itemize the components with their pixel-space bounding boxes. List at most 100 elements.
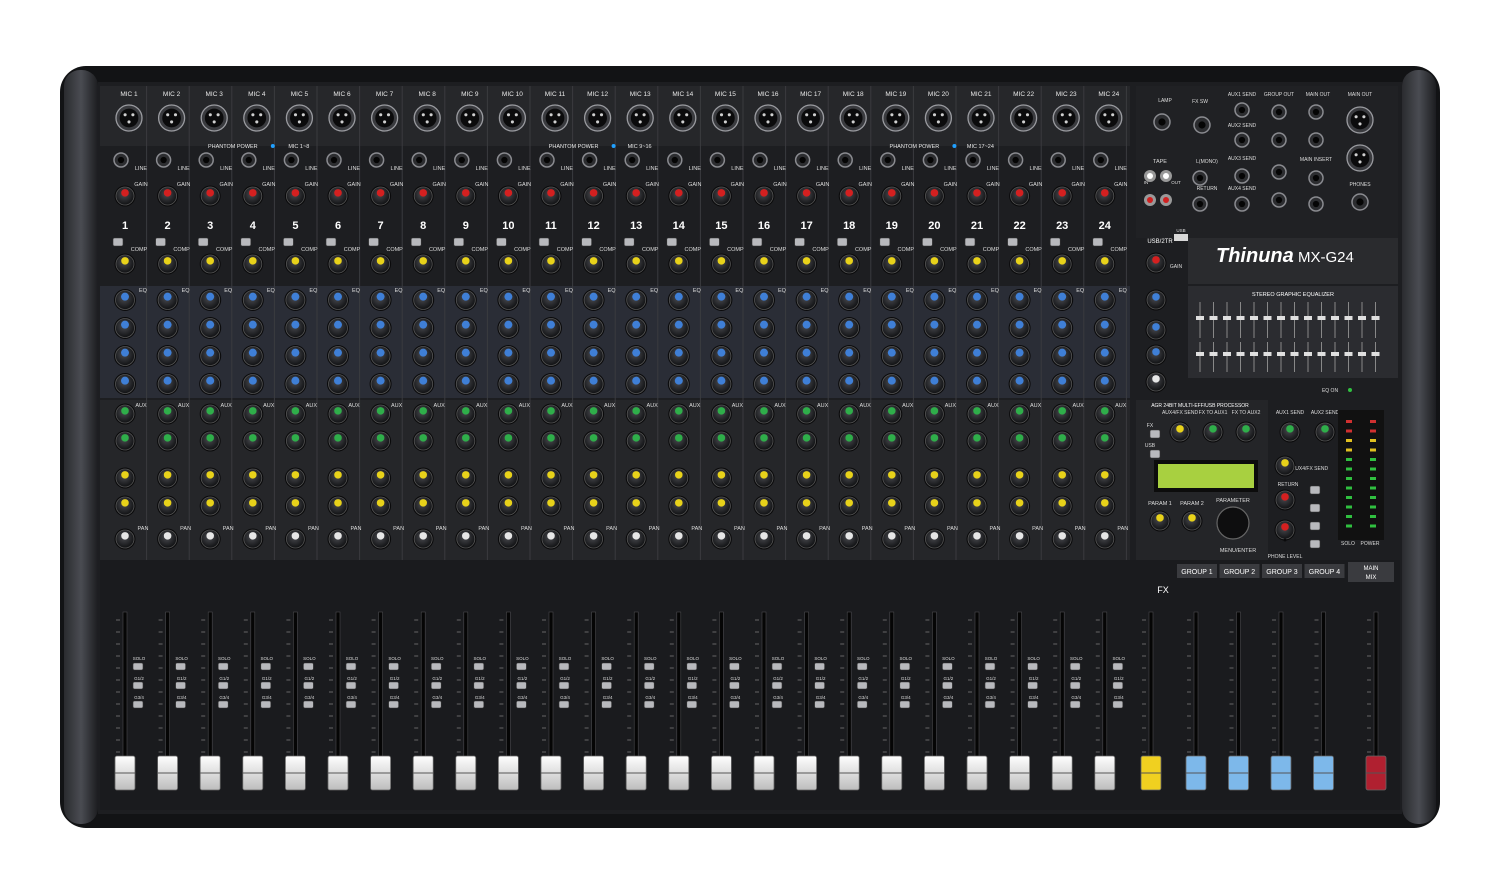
pan-knob[interactable] <box>455 528 477 550</box>
aux-knob[interactable] <box>583 403 605 425</box>
eq-knob[interactable] <box>667 373 690 395</box>
eq-knob[interactable] <box>625 289 648 311</box>
aux-knob[interactable] <box>412 403 434 425</box>
comp-button[interactable] <box>283 237 294 247</box>
comp-knob[interactable] <box>412 253 434 275</box>
param1-knob[interactable] <box>1149 510 1171 532</box>
fx-knob[interactable] <box>753 495 775 517</box>
group34-button[interactable] <box>175 700 186 709</box>
geq-slider-cap[interactable] <box>1236 316 1245 320</box>
main-out-xlr-left[interactable] <box>1346 106 1374 134</box>
usb-eq-knob[interactable] <box>1145 371 1167 393</box>
mic-input-xlr[interactable] <box>456 104 484 132</box>
comp-button[interactable] <box>922 237 933 247</box>
eq-knob[interactable] <box>753 345 775 367</box>
master-aux-fx-send-knob[interactable] <box>1274 455 1296 477</box>
solo-button[interactable] <box>729 662 740 671</box>
gain-knob[interactable] <box>284 185 306 207</box>
eq-knob[interactable] <box>1093 345 1116 367</box>
mic-input-xlr[interactable] <box>200 104 228 132</box>
fx-knob[interactable] <box>242 495 264 517</box>
gain-knob[interactable] <box>668 185 690 207</box>
usb-eq-knob[interactable] <box>1145 344 1167 366</box>
group12-button[interactable] <box>856 681 868 690</box>
eq-knob[interactable] <box>625 373 648 395</box>
eq-knob[interactable] <box>1008 345 1031 367</box>
aux1-send-jack[interactable] <box>1234 102 1250 118</box>
aux-knob[interactable] <box>497 467 519 489</box>
aux-knob[interactable] <box>114 403 136 425</box>
group12-button[interactable] <box>1112 681 1124 690</box>
geq-slider-cap[interactable] <box>1196 316 1204 320</box>
gain-knob[interactable] <box>1051 185 1073 207</box>
pan-knob[interactable] <box>881 528 903 550</box>
fx-knob[interactable] <box>455 495 477 517</box>
eq-knob[interactable] <box>284 345 307 367</box>
geq-slider-cap[interactable] <box>1344 352 1353 356</box>
routing-button[interactable] <box>1309 539 1321 549</box>
group34-button[interactable] <box>558 700 570 709</box>
group12-button[interactable] <box>984 681 996 690</box>
aux-knob[interactable] <box>1051 430 1073 452</box>
eq-knob[interactable] <box>497 345 520 367</box>
comp-button[interactable] <box>197 237 209 247</box>
aux-knob[interactable] <box>710 467 732 489</box>
aux-knob[interactable] <box>1009 467 1031 489</box>
solo-button[interactable] <box>473 662 485 671</box>
eq-knob[interactable] <box>923 373 946 395</box>
eq-knob[interactable] <box>454 373 477 395</box>
mic-input-xlr[interactable] <box>711 104 740 132</box>
solo-button[interactable] <box>558 662 570 671</box>
eq-knob[interactable] <box>966 317 988 339</box>
return-knob[interactable] <box>1274 519 1296 541</box>
eq-knob[interactable] <box>1051 345 1074 367</box>
master-aux1-send-knob[interactable] <box>1279 421 1301 443</box>
line-input-jack[interactable] <box>454 152 470 168</box>
pan-knob[interactable] <box>327 528 349 550</box>
aux-knob[interactable] <box>497 403 519 425</box>
group34-button[interactable] <box>260 700 272 709</box>
group34-button[interactable] <box>729 700 740 709</box>
comp-knob[interactable] <box>881 253 903 275</box>
eq-knob[interactable] <box>582 373 605 395</box>
eq-knob[interactable] <box>1051 373 1074 395</box>
spacer[interactable] <box>1283 538 1287 542</box>
geq-slider-cap[interactable] <box>1263 352 1272 356</box>
geq-slider-cap[interactable] <box>1290 352 1299 356</box>
mic-input-xlr[interactable] <box>115 104 143 132</box>
comp-knob[interactable] <box>1009 253 1031 275</box>
param2-knob[interactable] <box>1181 510 1203 532</box>
eq-knob[interactable] <box>199 373 222 395</box>
eq-knob[interactable] <box>454 289 477 311</box>
eq-knob[interactable] <box>412 345 435 367</box>
group12-button[interactable] <box>1069 681 1081 690</box>
eq-knob[interactable] <box>923 345 946 367</box>
pan-knob[interactable] <box>583 528 605 550</box>
aux-knob[interactable] <box>923 403 945 425</box>
aux-knob[interactable] <box>284 467 306 489</box>
eq-knob[interactable] <box>114 373 136 395</box>
comp-button[interactable] <box>709 237 720 247</box>
mic-input-xlr[interactable] <box>157 104 186 132</box>
solo-button[interactable] <box>132 662 144 671</box>
aux-knob[interactable] <box>199 467 221 489</box>
eq-knob[interactable] <box>369 317 392 339</box>
solo-button[interactable] <box>601 662 612 671</box>
eq-knob[interactable] <box>454 345 477 367</box>
eq-knob[interactable] <box>454 317 477 339</box>
pan-knob[interactable] <box>284 528 306 550</box>
eq-knob[interactable] <box>582 317 605 339</box>
aux-knob[interactable] <box>540 430 562 452</box>
aux-knob[interactable] <box>455 403 477 425</box>
eq-knob[interactable] <box>497 289 520 311</box>
solo-button[interactable] <box>984 662 996 671</box>
comp-knob[interactable] <box>455 253 477 275</box>
aux-knob[interactable] <box>881 430 903 452</box>
gain-knob[interactable] <box>1009 185 1031 207</box>
eq-knob[interactable] <box>838 373 861 395</box>
group12-button[interactable] <box>260 681 272 690</box>
main-out-xlr-right[interactable] <box>1346 144 1374 172</box>
gain-knob[interactable] <box>157 185 179 207</box>
fx-knob[interactable] <box>412 495 434 517</box>
eq-knob[interactable] <box>838 345 861 367</box>
